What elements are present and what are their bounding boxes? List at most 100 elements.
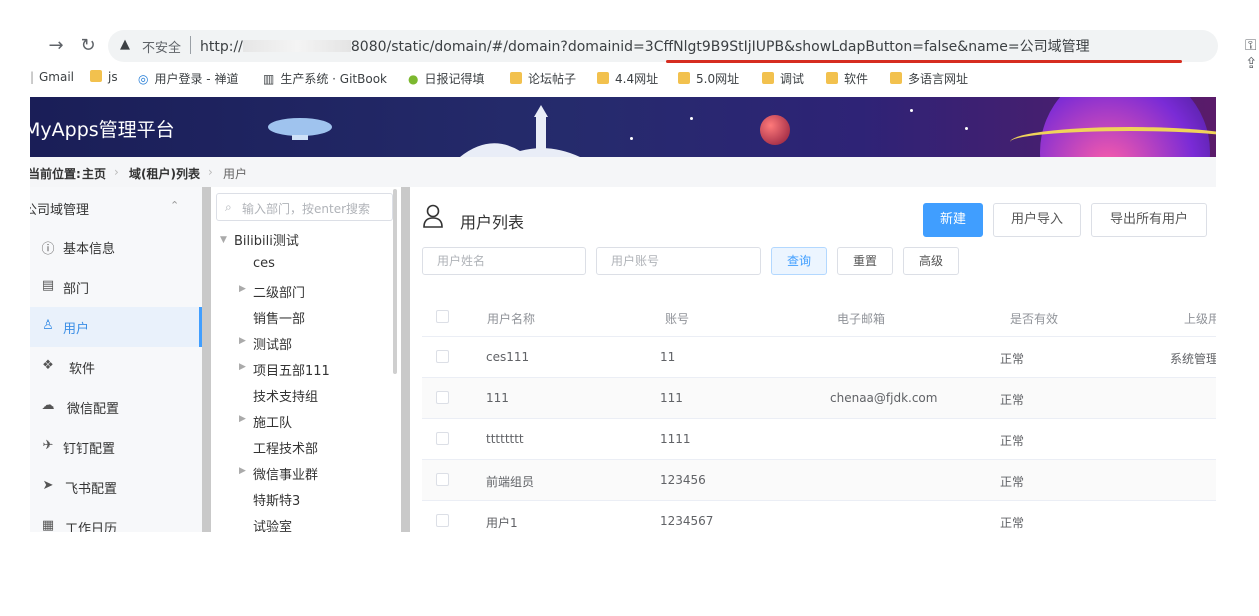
- tree-scrollbar[interactable]: [393, 189, 397, 374]
- cell-superior: 系统管理: [1170, 352, 1216, 366]
- tree-node[interactable]: 施工队: [253, 412, 292, 431]
- menu-header[interactable]: 公司域管理: [30, 199, 89, 218]
- search-icon: ⌕: [225, 200, 232, 214]
- tree-node[interactable]: 特斯特3: [253, 490, 300, 509]
- url-text[interactable]: http:// 8080/static/domain/#/domain?domai…: [200, 36, 1090, 56]
- url-prefix: http://: [200, 39, 243, 55]
- folder-icon: [90, 70, 102, 82]
- sidebar-item-calendar[interactable]: ▦ 工作日历: [30, 507, 202, 532]
- bookmark-debug[interactable]: 调试: [762, 70, 804, 87]
- sidebar-item-users[interactable]: ♙ 用户: [30, 307, 202, 347]
- sidebar-item-wechat[interactable]: ☁ 微信配置: [30, 387, 202, 427]
- bookmark-44[interactable]: 4.4网址: [597, 70, 658, 87]
- column-header-account[interactable]: 账号: [665, 310, 689, 327]
- bookmark-gitbook[interactable]: ▥ 生产系统 · GitBook: [263, 70, 387, 87]
- caret-right-icon[interactable]: ▶: [239, 466, 246, 476]
- table-row[interactable]: 前端组员 123456 正常: [422, 460, 1216, 501]
- tree-node[interactable]: 项目五部111: [253, 360, 330, 379]
- address-bar[interactable]: ▲ 不安全 http:// 8080/static/domain/#/domain…: [108, 30, 1258, 72]
- caret-right-icon[interactable]: ▶: [239, 284, 246, 294]
- table-row[interactable]: tttttttt 1111 正常: [422, 419, 1216, 460]
- forward-icon[interactable]: →: [44, 34, 68, 58]
- folder-icon: [826, 72, 838, 84]
- caret-down-icon[interactable]: ▼: [220, 235, 227, 245]
- folder-icon: [762, 72, 774, 84]
- sidebar-item-dingtalk[interactable]: ✈ 钉钉配置: [30, 427, 202, 467]
- row-checkbox[interactable]: [436, 432, 449, 445]
- cell-status: 正常: [1000, 434, 1025, 448]
- column-header-name[interactable]: 用户名称: [487, 310, 535, 327]
- sidebar-item-feishu[interactable]: ➤ 飞书配置: [30, 467, 202, 507]
- row-checkbox[interactable]: [436, 391, 449, 404]
- tree-search-input[interactable]: ⌕ 输入部门，按enter搜索: [216, 193, 393, 221]
- tree-node[interactable]: 微信事业群: [253, 464, 318, 483]
- tree-splitter[interactable]: [401, 187, 410, 532]
- breadcrumb-separator: ›: [114, 165, 119, 179]
- reload-icon[interactable]: ↻: [76, 34, 100, 58]
- tree-node[interactable]: 工程技术部: [253, 438, 318, 457]
- table-row[interactable]: 用户1 1234567 正常: [422, 501, 1216, 532]
- breadcrumb-domain-list[interactable]: 域(租户)列表: [129, 165, 200, 182]
- bookmark-50[interactable]: 5.0网址: [678, 70, 739, 87]
- key-icon[interactable]: ⚿: [1245, 36, 1256, 54]
- folder-icon: [510, 72, 522, 84]
- tree-node[interactable]: 二级部门: [253, 282, 305, 301]
- user-account-input[interactable]: 用户账号: [596, 247, 761, 275]
- breadcrumb-home[interactable]: 主页: [82, 165, 106, 182]
- bookmark-zentao[interactable]: ◎ 用户登录 - 禅道: [138, 70, 238, 87]
- bookmark-js[interactable]: js: [90, 70, 118, 84]
- bookmarks-bar: | Gmail js ◎ 用户登录 - 禅道 ▥ 生产系统 · GitBook ● 日…: [0, 66, 1259, 92]
- chevron-up-icon[interactable]: ⌃: [170, 199, 179, 212]
- bookmark-forum[interactable]: 论坛帖子: [510, 70, 576, 87]
- tree-search-placeholder: 输入部门，按enter搜索: [242, 202, 371, 216]
- tree-node[interactable]: ces: [253, 256, 275, 271]
- browser-toolbar: → ↻ ▲ 不安全 http:// 8080/static/domain/#/do…: [0, 28, 1259, 72]
- tree-node[interactable]: 测试部: [253, 334, 292, 353]
- user-icon: ♙: [42, 318, 54, 333]
- table-row[interactable]: ces111 11 正常 系统管理: [422, 337, 1216, 378]
- tree-root[interactable]: Bilibili测试: [234, 230, 299, 249]
- tree-node[interactable]: 试验室: [253, 516, 292, 532]
- reset-button[interactable]: 重置: [837, 247, 893, 275]
- sidebar-item-department[interactable]: ▤ 部门: [30, 267, 202, 307]
- export-users-button[interactable]: 导出所有用户: [1091, 203, 1207, 237]
- caret-right-icon[interactable]: ▶: [239, 414, 246, 424]
- planet-small: [760, 115, 790, 145]
- breadcrumb-current: 用户: [223, 167, 248, 181]
- sidebar-item-software[interactable]: ❖ 软件: [30, 347, 202, 387]
- query-button[interactable]: 查询: [771, 247, 827, 275]
- column-header-email[interactable]: 电子邮箱: [837, 310, 885, 327]
- sidebar-splitter[interactable]: [202, 187, 211, 532]
- book-icon: ▥: [263, 72, 275, 86]
- column-header-status[interactable]: 是否有效: [1010, 310, 1058, 327]
- warning-icon[interactable]: ▲: [120, 37, 130, 52]
- cell-email: chenaa@fjdk.com: [830, 391, 938, 405]
- user-name-input[interactable]: 用户姓名: [422, 247, 586, 275]
- new-button[interactable]: 新建: [923, 203, 983, 237]
- screenshot-viewport: → ↻ ▲ 不安全 http:// 8080/static/domain/#/do…: [0, 0, 1259, 616]
- select-all-checkbox[interactable]: [436, 310, 449, 323]
- row-checkbox[interactable]: [436, 473, 449, 486]
- bookmark-daily[interactable]: ● 日报记得填: [408, 70, 485, 87]
- bookmark-gmail[interactable]: Gmail: [39, 70, 74, 84]
- bookmark-i18n[interactable]: 多语言网址: [890, 70, 968, 87]
- row-checkbox[interactable]: [436, 350, 449, 363]
- import-users-button[interactable]: 用户导入: [993, 203, 1081, 237]
- url-host-redacted: [242, 40, 351, 52]
- page-title: 用户列表: [460, 213, 525, 232]
- breadcrumb: 当前位置: 主页 › 域(租户)列表 › 用户: [30, 157, 1216, 187]
- folder-icon: [597, 72, 609, 84]
- tree-node[interactable]: 技术支持组: [253, 386, 318, 405]
- airship-icon: [268, 118, 332, 140]
- bookmark-software[interactable]: 软件: [826, 70, 868, 87]
- row-checkbox[interactable]: [436, 514, 449, 527]
- advanced-button[interactable]: 高级: [903, 247, 959, 275]
- table-row[interactable]: 111 111 chenaa@fjdk.com 正常: [422, 378, 1216, 419]
- tree-node[interactable]: 销售一部: [253, 308, 305, 327]
- sidebar-menu: 公司域管理 ⌃ ⓘ 基本信息 ▤ 部门 ♙ 用户 ❖ 软件 ☁ 微信配置 ✈ 钉钉配置 ➤ 飞…: [30, 187, 202, 532]
- sidebar-item-basic-info[interactable]: ⓘ 基本信息: [30, 227, 202, 267]
- caret-right-icon[interactable]: ▶: [239, 336, 246, 346]
- column-header-superior[interactable]: 上级用: [1184, 310, 1216, 327]
- app-brand[interactable]: MyApps管理平台: [30, 115, 175, 142]
- caret-right-icon[interactable]: ▶: [239, 362, 246, 372]
